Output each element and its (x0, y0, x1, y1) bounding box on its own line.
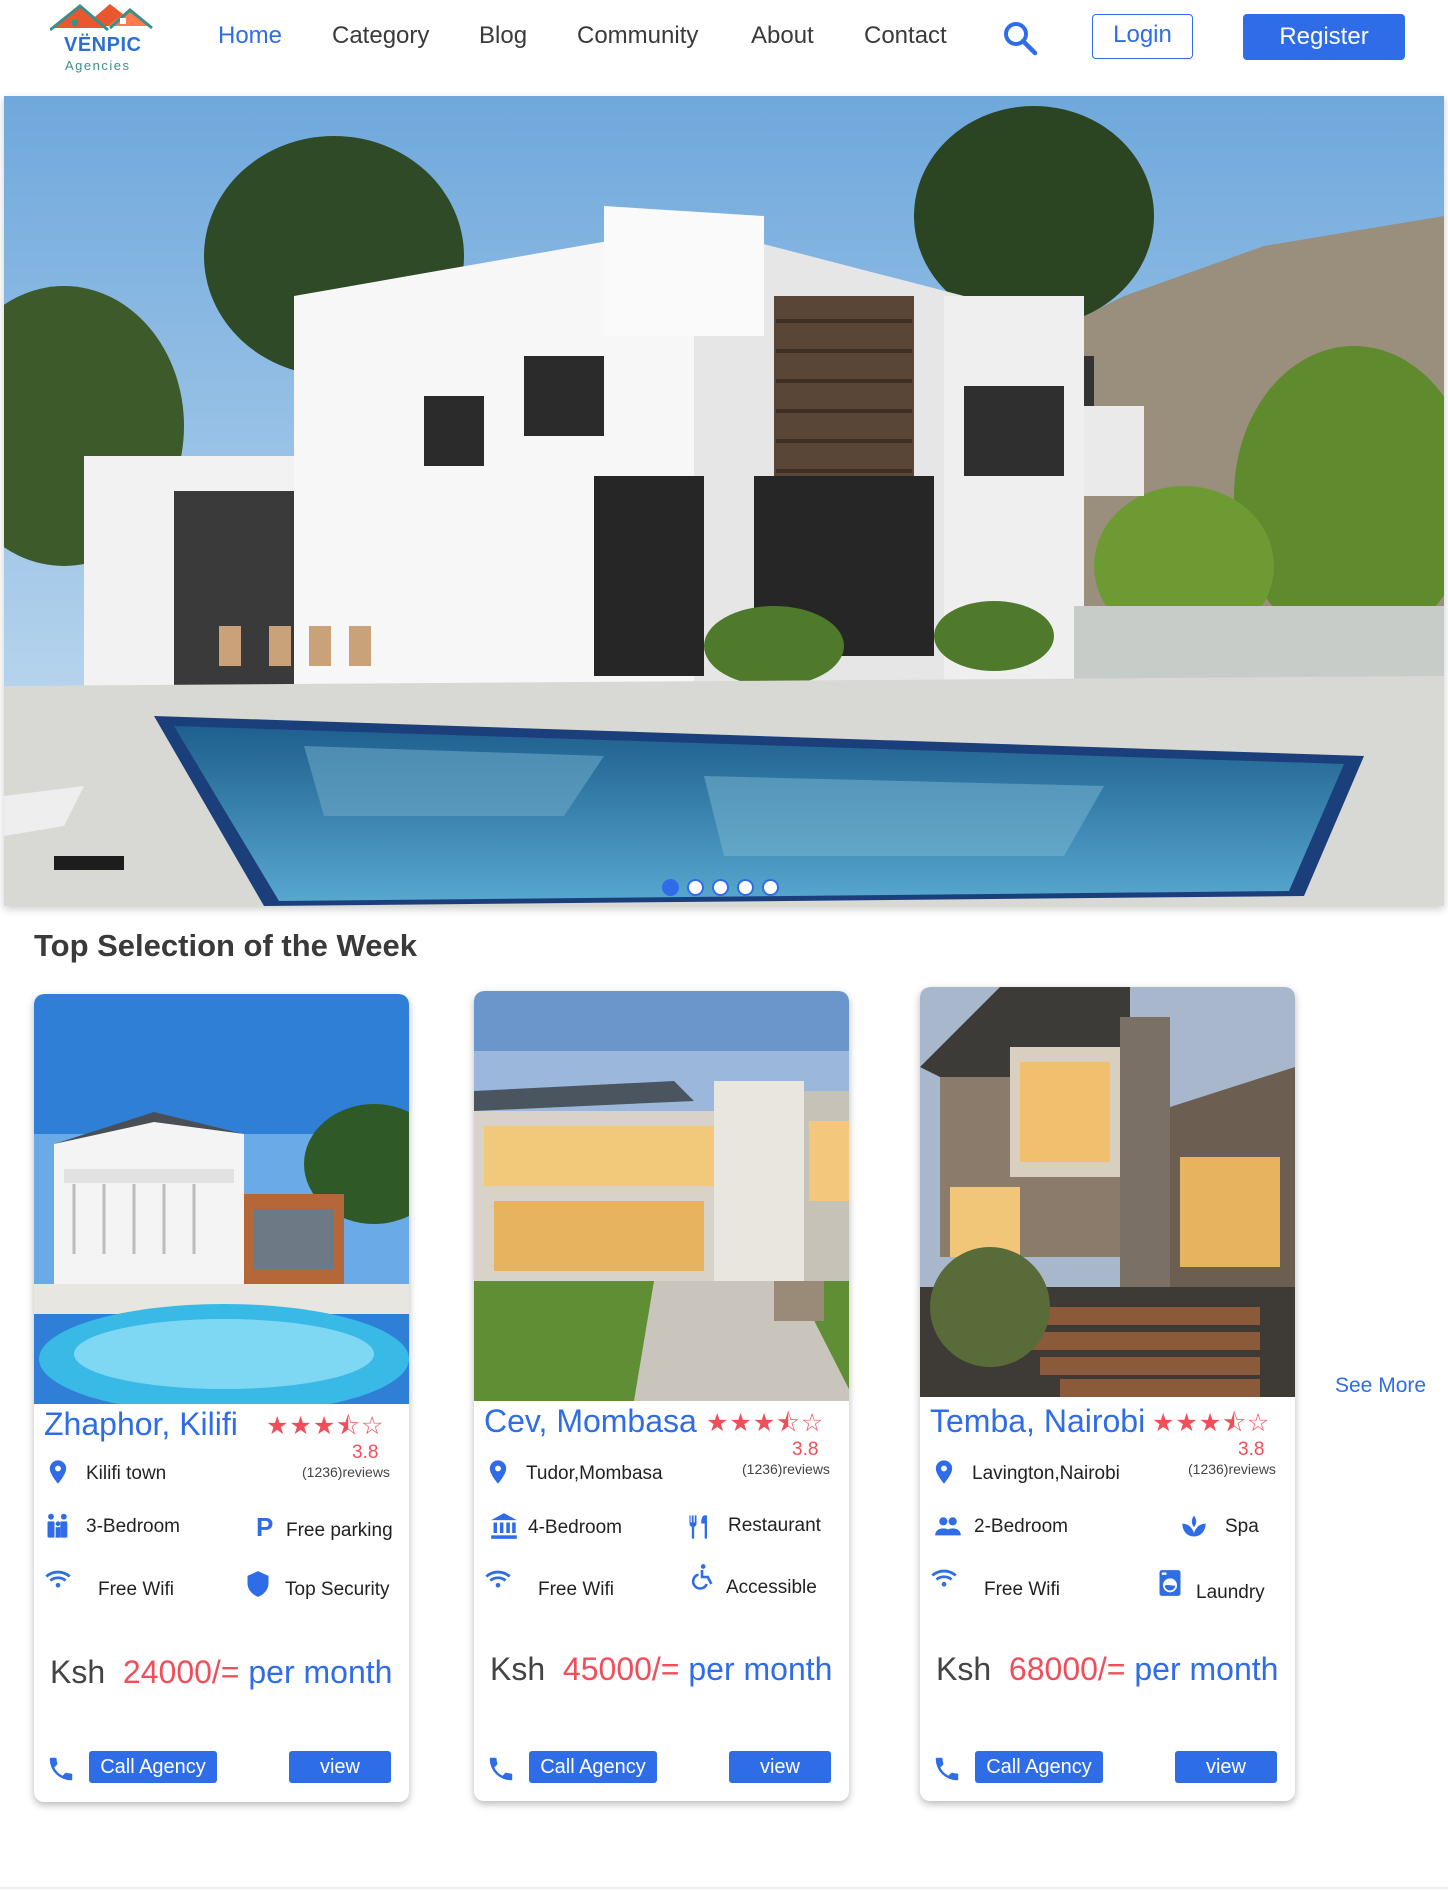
bank-icon (491, 1513, 517, 1539)
brand-tagline: Agencies (65, 58, 131, 73)
review-count: (1236)reviews (742, 1461, 830, 1477)
listing-image[interactable] (920, 987, 1295, 1397)
price-currency: Ksh (50, 1654, 106, 1690)
wifi-icon (45, 1570, 71, 1588)
nav-community[interactable]: Community (577, 22, 698, 50)
listing-title[interactable]: Zhaphor, Kilifi (44, 1406, 238, 1443)
carousel-indicators (662, 879, 779, 897)
price-period: per month (248, 1654, 393, 1690)
register-button[interactable]: Register (1243, 14, 1405, 60)
house-photo (34, 994, 409, 1404)
see-more-link[interactable]: See More (1335, 1374, 1426, 1398)
call-agency-button[interactable]: Call Agency (529, 1751, 657, 1783)
review-count: (1236)reviews (1188, 1461, 1276, 1477)
restaurant-icon (689, 1515, 707, 1539)
nav-contact[interactable]: Contact (864, 22, 947, 50)
carousel-dot[interactable] (662, 879, 679, 896)
price-period: per month (688, 1651, 833, 1687)
carousel-dot[interactable] (712, 879, 729, 896)
location-pin-icon (489, 1460, 507, 1484)
nav-about[interactable]: About (751, 22, 814, 50)
carousel-dot[interactable] (762, 879, 779, 896)
feature-label: Restaurant (728, 1515, 821, 1536)
parking-icon: P (256, 1512, 274, 1542)
listing-title[interactable]: Cev, Mombasa (484, 1403, 697, 1440)
listing-location: Kilifi town (86, 1463, 167, 1484)
rating-value: 3.8 (792, 1439, 819, 1460)
footer-divider (0, 1887, 1448, 1889)
listing-image[interactable] (474, 991, 849, 1401)
feature-label: 4-Bedroom (528, 1517, 622, 1538)
feature-label: Free Wifi (984, 1579, 1060, 1600)
view-button[interactable]: view (729, 1751, 831, 1783)
feature-label: Accessible (726, 1577, 817, 1598)
view-button[interactable]: view (289, 1751, 391, 1783)
search-icon[interactable] (1002, 20, 1038, 56)
listing-price: Ksh 68000/= per month (936, 1651, 1278, 1688)
section-title: Top Selection of the Week (34, 928, 417, 963)
price-period: per month (1134, 1651, 1279, 1687)
nav-category[interactable]: Category (332, 22, 429, 50)
price-amount: 24000/= (122, 1654, 240, 1690)
call-agency-button[interactable]: Call Agency (975, 1751, 1103, 1783)
wifi-icon (485, 1570, 511, 1588)
feature-label: Top Security (285, 1579, 390, 1600)
view-button[interactable]: view (1175, 1751, 1277, 1783)
location-pin-icon (49, 1460, 67, 1484)
house-photo (474, 991, 849, 1401)
spa-icon (1182, 1515, 1206, 1537)
phone-icon[interactable] (46, 1754, 76, 1784)
laundry-icon (1159, 1570, 1181, 1596)
rating-value: 3.8 (352, 1442, 379, 1463)
feature-label: 2-Bedroom (974, 1516, 1068, 1537)
review-count: (1236)reviews (302, 1464, 390, 1480)
location-pin-icon (935, 1460, 953, 1484)
listing-image[interactable] (34, 994, 409, 1404)
feature-label: Laundry (1196, 1582, 1265, 1603)
price-amount: 68000/= (1008, 1651, 1126, 1687)
listing-price: Ksh 45000/= per month (490, 1651, 832, 1688)
feature-label: Spa (1225, 1516, 1259, 1537)
carousel-dot[interactable] (687, 879, 704, 896)
listing-card: Temba, Nairobi ★★★⯪☆ 3.8 (1236)reviews L… (920, 987, 1295, 1801)
feature-label: Free Wifi (538, 1579, 614, 1600)
brand-name: VËNPIC (64, 34, 142, 56)
feature-label: Free parking (286, 1520, 393, 1541)
listing-title[interactable]: Temba, Nairobi (930, 1403, 1145, 1440)
house-photo (920, 987, 1295, 1397)
price-amount: 45000/= (562, 1651, 680, 1687)
feature-label: 3-Bedroom (86, 1516, 180, 1537)
feature-label: Free Wifi (98, 1579, 174, 1600)
phone-icon[interactable] (932, 1754, 962, 1784)
brand-logo[interactable]: VËNPIC Agencies (50, 2, 154, 74)
accessible-icon (691, 1564, 713, 1590)
listing-card: Cev, Mombasa ★★★⯪☆ 3.8 (1236)reviews Tud… (474, 991, 849, 1801)
page: VËNPIC Agencies Home Category Blog Commu… (0, 0, 1448, 1890)
price-currency: Ksh (936, 1651, 992, 1687)
listing-price: Ksh 24000/= per month (50, 1654, 392, 1691)
hero-villa-image (4, 96, 1444, 906)
carousel-dot[interactable] (737, 879, 754, 896)
nav-home[interactable]: Home (218, 22, 282, 50)
listing-location: Lavington,Nairobi (972, 1463, 1120, 1484)
shield-icon (247, 1571, 269, 1597)
listing-location: Tudor,Mombasa (526, 1463, 663, 1484)
people-icon (935, 1517, 961, 1536)
price-currency: Ksh (490, 1651, 546, 1687)
family-icon (47, 1513, 68, 1538)
wifi-icon (931, 1569, 957, 1587)
rating-value: 3.8 (1238, 1439, 1265, 1460)
call-agency-button[interactable]: Call Agency (89, 1751, 217, 1783)
hero-carousel[interactable] (4, 96, 1444, 906)
nav-blog[interactable]: Blog (479, 22, 527, 50)
login-button[interactable]: Login (1092, 14, 1193, 59)
phone-icon[interactable] (486, 1754, 516, 1784)
listing-card: Zhaphor, Kilifi ★★★⯪☆ 3.8 (1236)reviews … (34, 994, 409, 1802)
